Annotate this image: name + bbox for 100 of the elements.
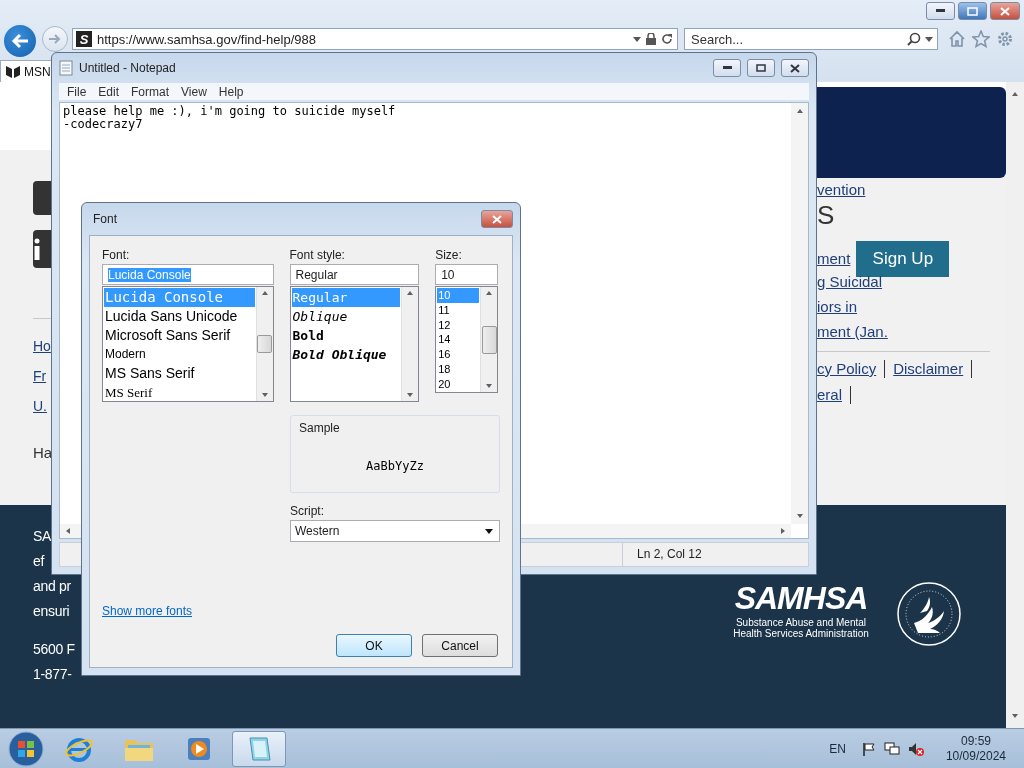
page-link[interactable]: ment (817, 250, 851, 268)
script-select[interactable]: Western (290, 520, 500, 542)
arrow-up-icon[interactable] (1011, 90, 1019, 98)
star-icon[interactable] (972, 30, 990, 48)
back-arrow-icon (11, 33, 29, 49)
page-text: Ha (33, 444, 53, 462)
browser-tab[interactable]: MSN (0, 60, 52, 82)
menu-item[interactable]: Edit (92, 84, 126, 99)
list-item[interactable]: Oblique (291, 307, 401, 326)
minimize-button[interactable] (713, 59, 741, 77)
ok-button[interactable]: OK (336, 634, 412, 657)
arrow-up-icon[interactable] (485, 289, 493, 297)
network-icon[interactable] (883, 741, 900, 756)
dropdown-icon[interactable] (633, 36, 641, 42)
search-icon[interactable] (907, 32, 921, 46)
arrow-down-icon[interactable] (485, 382, 493, 390)
close-icon (492, 214, 502, 224)
site-favicon: S (76, 31, 92, 47)
text-line: -codecrazy7 (63, 118, 144, 131)
start-button[interactable] (6, 729, 46, 768)
scrollbar[interactable] (480, 287, 497, 392)
flag-icon[interactable] (861, 741, 876, 756)
search-field[interactable]: Search... (684, 28, 938, 50)
size-field[interactable]: 10 (435, 264, 498, 285)
menu-item[interactable]: Format (125, 84, 176, 99)
arrow-down-icon[interactable] (406, 391, 415, 399)
arrow-left-icon[interactable] (64, 527, 72, 535)
minimize-button[interactable] (926, 2, 955, 20)
show-more-fonts-link[interactable]: Show more fonts (102, 604, 193, 618)
list-item[interactable]: 12 (437, 317, 479, 333)
field-label: Font: (102, 247, 131, 263)
clock[interactable]: 09:59 10/09/2024 (945, 733, 1006, 764)
cancel-button[interactable]: Cancel (422, 634, 498, 657)
footer-link[interactable]: Disclaimer (893, 360, 973, 378)
footer-text: and pr (33, 577, 71, 596)
section-heading: S (817, 201, 835, 229)
field-value: Lucida Console (108, 267, 191, 282)
info-icon (33, 230, 51, 268)
field-label: Font style: (289, 247, 346, 263)
taskbar-button[interactable] (232, 730, 286, 767)
menu-item[interactable]: View (175, 84, 213, 99)
logo-subtitle: Substance Abuse and Mental Health Services Administration (732, 617, 870, 639)
article-link[interactable]: ment (Jan. (817, 319, 888, 344)
list-item[interactable]: 20 (437, 376, 479, 392)
arrow-down-icon[interactable] (260, 391, 269, 399)
list-item[interactable]: 18 (437, 362, 479, 377)
list-item[interactable]: 14 (437, 332, 479, 348)
arrow-right-icon[interactable] (779, 527, 787, 535)
scrollbar[interactable] (791, 103, 808, 524)
menu-item[interactable]: Help (212, 84, 250, 99)
field-label: Size: (435, 247, 463, 263)
page-link[interactable]: U. (33, 397, 47, 415)
dropdown-icon[interactable] (925, 36, 933, 42)
maximize-icon (756, 64, 766, 72)
arrow-up-icon[interactable] (406, 289, 415, 297)
arrow-up-icon[interactable] (260, 289, 269, 297)
sample-text: AaBbYyZz (366, 459, 424, 473)
settings-icon[interactable] (996, 30, 1014, 48)
list-item[interactable]: Bold (291, 326, 401, 345)
list-item[interactable]: 11 (437, 302, 479, 318)
arrow-down-icon[interactable] (795, 512, 804, 520)
page-link[interactable]: Fr (33, 367, 47, 385)
maximize-button[interactable] (747, 59, 775, 77)
back-button[interactable] (2, 23, 38, 59)
close-icon (790, 63, 800, 73)
muted-speaker-icon[interactable] (907, 741, 924, 756)
field-value: Regular (295, 267, 338, 282)
scroll-thumb[interactable] (481, 325, 497, 354)
article-link[interactable]: iors in (817, 294, 857, 319)
home-icon[interactable] (948, 30, 966, 48)
scrollbar[interactable] (401, 287, 419, 401)
minimize-icon (722, 66, 732, 70)
page-link[interactable]: Ho (33, 337, 51, 355)
list-item[interactable]: Modern (104, 345, 255, 364)
footer-text: ef (33, 552, 45, 571)
footer-text: SA (33, 527, 52, 546)
scrollbar[interactable] (1006, 82, 1024, 728)
list-item[interactable]: 16 (437, 347, 479, 362)
menu-item[interactable]: File (61, 84, 93, 99)
sign-up-button[interactable]: Sign Up (856, 241, 950, 277)
arrow-up-icon[interactable] (795, 107, 804, 115)
list-item[interactable]: Bold Oblique (291, 345, 401, 364)
scrollbar[interactable] (255, 287, 273, 401)
status-text: Ln 2, Col 12 (622, 543, 702, 566)
close-button[interactable] (781, 59, 809, 77)
address-field[interactable]: S https://www.samhsa.gov/find-help/988 (72, 28, 678, 50)
list-item[interactable]: MS Sans Serif (104, 364, 255, 383)
list-item[interactable]: Microsoft Sans Serif (104, 326, 255, 345)
lock-icon (646, 33, 656, 45)
style-field[interactable]: Regular (289, 264, 420, 285)
scroll-thumb[interactable] (257, 335, 273, 353)
field-value: 10 (441, 267, 455, 282)
list-item[interactable]: Lucida Sans Unicode (104, 307, 255, 326)
refresh-icon[interactable] (661, 33, 673, 45)
restore-button[interactable] (958, 2, 987, 20)
page-link[interactable]: vention (817, 181, 866, 199)
language-indicator[interactable]: EN (829, 741, 846, 756)
list-item[interactable]: MS Serif (104, 383, 255, 401)
icon-tile (33, 181, 51, 215)
arrow-down-icon[interactable] (1011, 712, 1019, 720)
